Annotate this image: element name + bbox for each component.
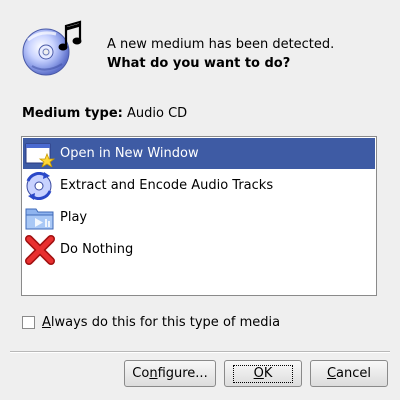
- play-folder-icon: [23, 202, 57, 233]
- medium-type-label: Medium type:: [22, 106, 123, 121]
- always-do-this-label: Always do this for this type of media: [42, 315, 280, 330]
- action-list[interactable]: Open in New Window Extract and Encode Au…: [21, 136, 377, 296]
- list-item-play[interactable]: Play: [23, 202, 375, 233]
- new-window-icon: [23, 138, 57, 169]
- mnemonic-n: n: [149, 366, 158, 381]
- list-item-extract-encode[interactable]: Extract and Encode Audio Tracks: [23, 170, 375, 201]
- ok-button[interactable]: OK: [224, 360, 302, 387]
- audio-cd-icon: [22, 20, 86, 80]
- medium-type: Medium type: Audio CD: [22, 106, 187, 121]
- configure-button[interactable]: Configure...: [124, 360, 216, 387]
- question-message: What do you want to do?: [107, 56, 291, 71]
- cancel-button[interactable]: Cancel: [310, 360, 388, 387]
- ok-label-rest: K: [263, 365, 273, 381]
- list-item-label: Do Nothing: [60, 242, 134, 257]
- list-item-label: Extract and Encode Audio Tracks: [60, 178, 274, 193]
- always-do-this-option[interactable]: Always do this for this type of media: [22, 315, 280, 330]
- detected-message: A new medium has been detected.: [107, 37, 335, 52]
- list-item-label: Play: [60, 210, 88, 225]
- encode-audio-icon: [23, 170, 57, 201]
- configure-label-start: Co: [132, 366, 150, 381]
- separator: [10, 351, 390, 353]
- mnemonic-a: A: [42, 315, 51, 330]
- media-detected-dialog: A new medium has been detected. What do …: [0, 0, 400, 400]
- red-x-icon: [23, 234, 57, 265]
- list-item-open-new-window[interactable]: Open in New Window: [23, 138, 375, 169]
- cancel-label-rest: ancel: [336, 366, 372, 381]
- list-item-do-nothing[interactable]: Do Nothing: [23, 234, 375, 265]
- mnemonic-c: C: [326, 366, 337, 381]
- cancel-label: Cancel: [327, 366, 371, 381]
- always-do-this-label-rest: lways do this for this type of media: [50, 315, 281, 330]
- list-item-label: Open in New Window: [60, 146, 199, 161]
- configure-label-end: figure...: [157, 366, 208, 381]
- configure-label: Configure...: [132, 366, 207, 381]
- mnemonic-o: O: [253, 365, 264, 381]
- always-do-this-checkbox[interactable]: [22, 316, 35, 329]
- medium-type-value: Audio CD: [127, 106, 188, 121]
- ok-label: OK: [232, 364, 294, 383]
